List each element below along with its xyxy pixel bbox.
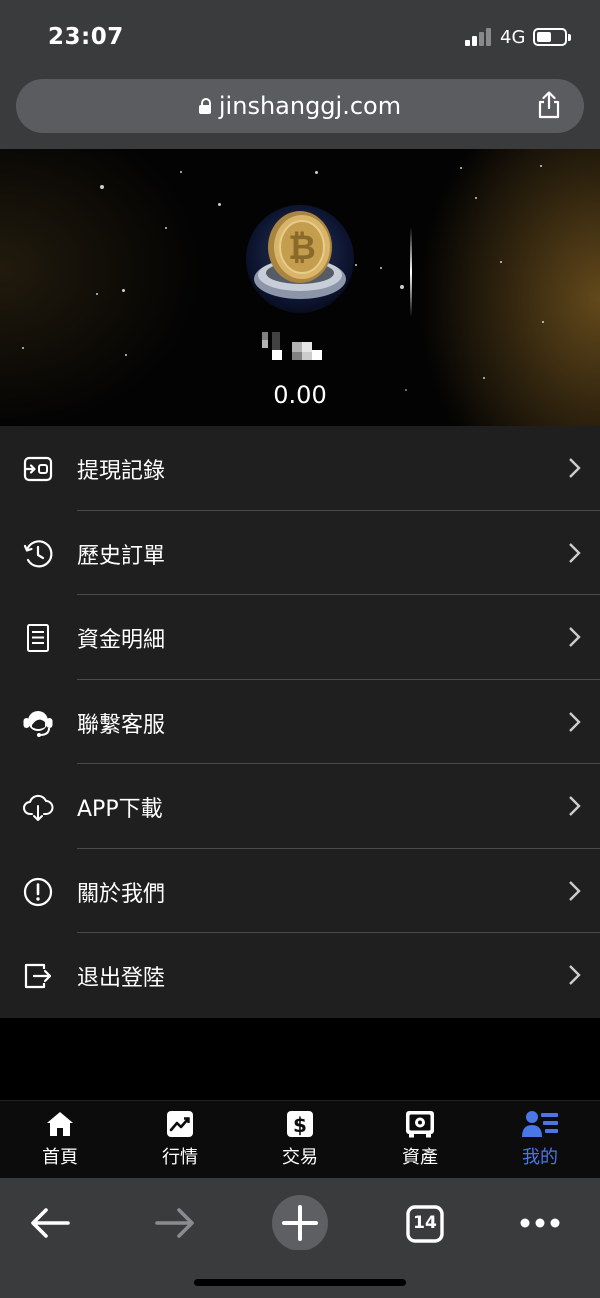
profile-header: ₿ 0.00 <box>0 149 600 427</box>
dollar-icon: $ <box>287 1111 313 1137</box>
account-balance: 0.00 <box>273 381 327 409</box>
home-indicator <box>194 1279 406 1286</box>
network-type: 4G <box>500 27 526 48</box>
home-icon <box>47 1112 73 1136</box>
url-text: jinshanggj.com <box>218 92 402 120</box>
chart-trend-icon <box>167 1111 193 1137</box>
menu-item-app-download[interactable]: APP下載 <box>0 764 600 849</box>
chevron-right-icon <box>569 965 581 985</box>
address-bar[interactable]: jinshanggj.com <box>16 79 584 133</box>
lock-icon <box>198 98 211 114</box>
chevron-right-icon <box>569 458 581 478</box>
more-options-icon[interactable] <box>510 1190 570 1250</box>
signal-strength-icon <box>465 28 493 46</box>
bitcoin-avatar-icon: ₿ <box>254 211 346 299</box>
tab-label: 首頁 <box>42 1147 78 1168</box>
menu-item-label: 聯繫客服 <box>77 712 166 738</box>
logout-icon <box>24 963 52 989</box>
tab-count: 14 <box>413 1213 437 1233</box>
chevron-right-icon <box>569 880 581 901</box>
avatar[interactable]: ₿ <box>246 205 354 313</box>
menu-item-label: 提現記錄 <box>77 459 166 484</box>
tab-label: 我的 <box>522 1147 558 1168</box>
menu-item-logout[interactable]: 退出登陸 <box>0 933 600 1018</box>
menu-item-customer-service[interactable]: 聯繫客服 <box>0 680 600 764</box>
share-icon[interactable] <box>536 91 562 119</box>
shooting-star <box>410 227 412 317</box>
menu-item-withdraw-record[interactable]: 提現記錄 <box>0 426 600 511</box>
status-time: 23:07 <box>48 24 124 50</box>
battery-icon <box>533 28 571 46</box>
tab-assets[interactable]: 資產 <box>360 1109 480 1173</box>
username-pixelated <box>260 332 324 360</box>
menu-item-order-history[interactable]: 歷史訂單 <box>0 511 600 595</box>
back-arrow-icon[interactable] <box>20 1190 80 1250</box>
tab-market[interactable]: 行情 <box>120 1109 240 1173</box>
bottom-tab-bar: 首頁 行情 $ 交易 資產 我的 <box>0 1100 600 1178</box>
status-bar: 23:07 4G <box>0 0 600 72</box>
tabs-switcher[interactable]: 14 <box>395 1190 455 1250</box>
browser-top-chrome: 23:07 4G jinshanggj.com <box>0 0 600 149</box>
info-circle-icon <box>23 877 53 906</box>
chevron-right-icon <box>569 796 581 816</box>
tab-home[interactable]: 首頁 <box>0 1109 120 1173</box>
svg-text:₿: ₿ <box>288 228 316 268</box>
tab-mine[interactable]: 我的 <box>480 1109 600 1173</box>
new-tab-plus-icon[interactable] <box>270 1190 330 1250</box>
tab-label: 交易 <box>282 1147 318 1168</box>
document-icon <box>27 624 49 652</box>
menu-item-label: 退出登陸 <box>77 966 166 991</box>
withdraw-record-icon <box>23 456 53 482</box>
tab-label: 行情 <box>162 1147 198 1168</box>
menu-item-label: APP下載 <box>77 797 163 822</box>
tab-label: 資產 <box>402 1147 438 1168</box>
chevron-right-icon <box>569 542 581 563</box>
chevron-right-icon <box>569 627 581 647</box>
forward-arrow-icon[interactable] <box>145 1190 205 1250</box>
customer-service-headset-icon <box>23 710 53 737</box>
menu-item-label: 資金明細 <box>77 628 166 653</box>
chevron-right-icon <box>569 711 581 732</box>
menu-item-fund-details[interactable]: 資金明細 <box>0 595 600 680</box>
svg-text:$: $ <box>293 1113 307 1137</box>
menu-item-label: 關於我們 <box>77 881 166 907</box>
menu-item-about-us[interactable]: 關於我們 <box>0 849 600 933</box>
cloud-download-icon <box>23 794 54 821</box>
profile-list-icon <box>522 1111 558 1137</box>
account-menu: 提現記錄 歷史訂單 資金明細 聯繫客服 APP下載 關於我們 退出登陸 <box>0 426 600 1018</box>
tab-trade[interactable]: $ 交易 <box>240 1109 360 1173</box>
safe-icon <box>406 1111 434 1138</box>
history-clock-icon <box>23 539 53 567</box>
menu-item-label: 歷史訂單 <box>77 543 166 569</box>
